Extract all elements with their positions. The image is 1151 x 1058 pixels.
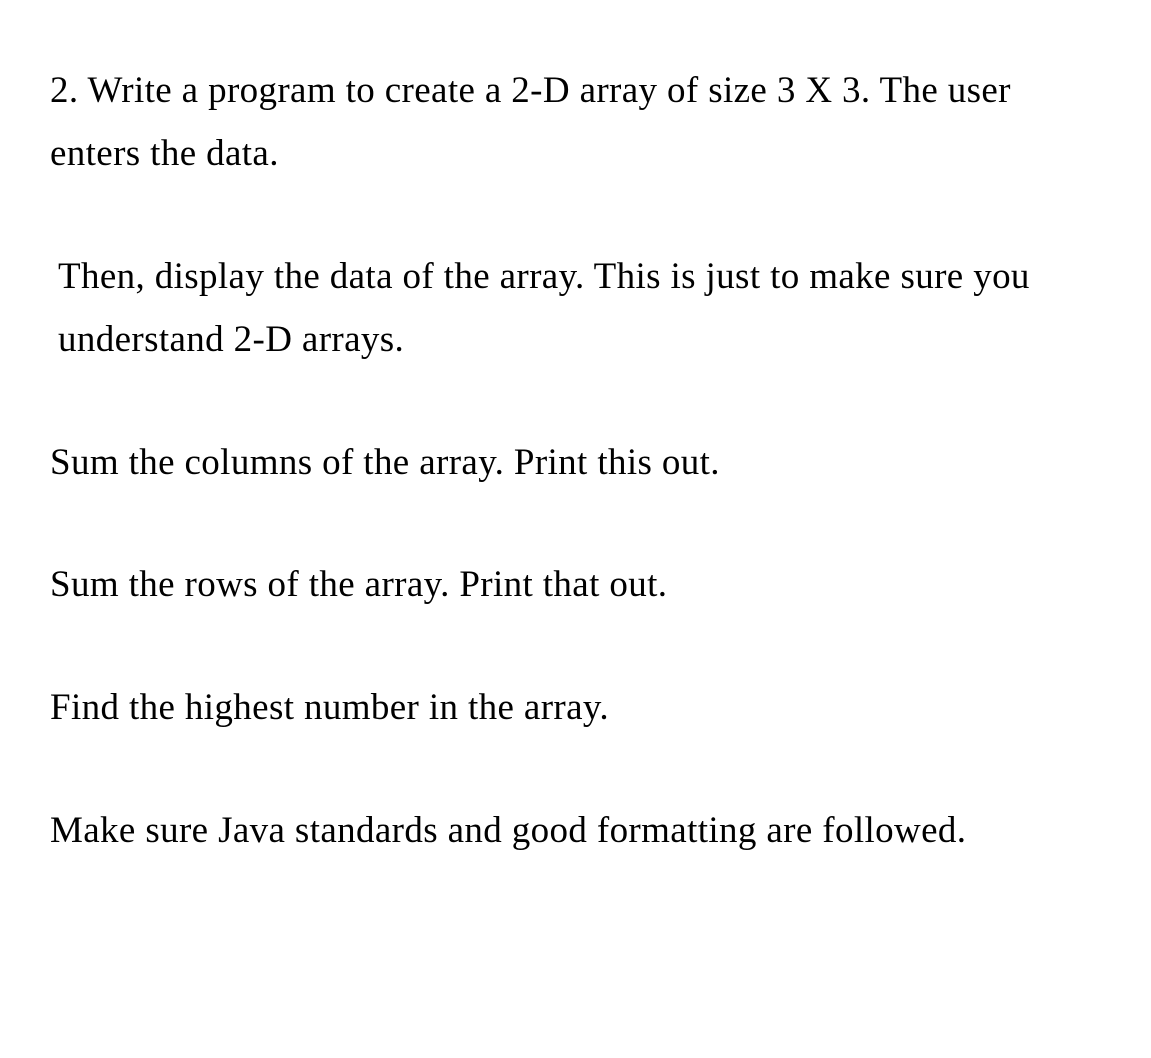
- paragraph-text: Make sure Java standards and good format…: [50, 810, 966, 851]
- instruction-highest: Find the highest number in the array.: [50, 677, 1101, 740]
- paragraph-text: 2. Write a program to create a 2-D array…: [50, 70, 1011, 174]
- paragraph-text: Sum the rows of the array. Print that ou…: [50, 564, 667, 605]
- instruction-standards: Make sure Java standards and good format…: [50, 800, 1101, 863]
- paragraph-text: Then, display the data of the array. Thi…: [58, 256, 1030, 360]
- instruction-display: Then, display the data of the array. Thi…: [50, 246, 1101, 372]
- paragraph-text: Sum the columns of the array. Print this…: [50, 442, 720, 483]
- instruction-sum-columns: Sum the columns of the array. Print this…: [50, 432, 1101, 495]
- paragraph-text: Find the highest number in the array.: [50, 687, 609, 728]
- instruction-sum-rows: Sum the rows of the array. Print that ou…: [50, 554, 1101, 617]
- question-intro: 2. Write a program to create a 2-D array…: [50, 60, 1101, 186]
